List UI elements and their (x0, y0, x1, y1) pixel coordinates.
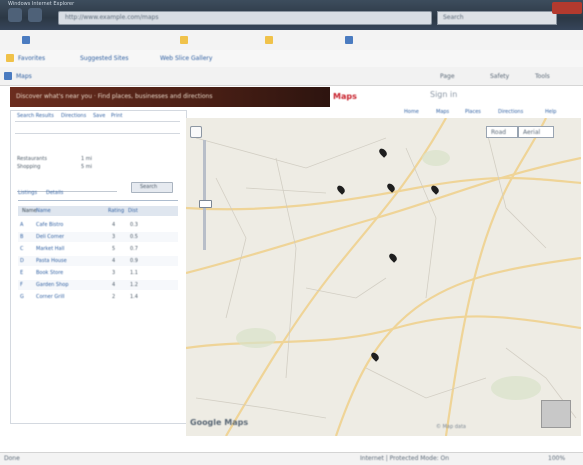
banner-text: Discover what's near you · Find places, … (16, 93, 213, 100)
zone-text: Internet | Protected Mode: On (360, 455, 450, 462)
pan-up-button[interactable] (190, 126, 202, 138)
toolbar-safety[interactable]: Safety (490, 73, 509, 80)
map-canvas[interactable]: Road Aerial Google Maps © Map data (186, 118, 581, 436)
search-placeholder: Search (443, 14, 464, 21)
row-rating: 3 (112, 234, 116, 240)
command-bar (0, 30, 583, 51)
tab-title[interactable]: Maps (16, 73, 32, 80)
row-rating: 3 (112, 270, 116, 276)
row-rating: 2 (112, 294, 116, 300)
row-index: F (20, 282, 23, 288)
row-index: E (20, 270, 24, 276)
row-dist: 1.4 (130, 294, 138, 300)
overview-map[interactable] (541, 400, 571, 428)
row-dist: 1.1 (130, 270, 138, 276)
left-panel: Search Results Directions Save Print Res… (10, 110, 187, 424)
favorites-bar: Favorites Suggested Sites Web Slice Gall… (0, 50, 583, 68)
tab-print[interactable]: Print (111, 113, 123, 119)
fav-item-1[interactable]: Suggested Sites (80, 55, 128, 62)
row-name[interactable]: Garden Shop (36, 282, 69, 288)
map-type-road[interactable]: Road (486, 126, 518, 138)
map-type-aerial-label: Aerial (523, 129, 541, 136)
tab-bar: Maps Page Safety Tools (0, 67, 583, 86)
mail-icon[interactable] (265, 36, 273, 44)
row-dist: 0.3 (130, 222, 138, 228)
rss-icon[interactable] (180, 36, 188, 44)
sign-in-link[interactable]: Sign in (430, 90, 457, 99)
toolbar-page[interactable]: Page (440, 73, 455, 80)
row-dist: 0.5 (130, 234, 138, 240)
row-rating: 4 (112, 222, 116, 228)
tab-details[interactable]: Details (46, 190, 63, 196)
status-text: Done (4, 455, 20, 462)
map-type-aerial[interactable]: Aerial (518, 126, 554, 138)
tab-directions[interactable]: Directions (61, 113, 86, 119)
zoom-slider-track[interactable] (203, 140, 206, 250)
fav-item-0[interactable]: Favorites (18, 55, 45, 62)
window-title: Windows Internet Explorer (8, 1, 75, 7)
nav-maps[interactable]: Maps (436, 109, 449, 115)
back-button[interactable] (8, 8, 22, 22)
forward-button[interactable] (28, 8, 42, 22)
site-banner: Discover what's near you · Find places, … (10, 87, 330, 107)
row-dist: 0.7 (130, 246, 138, 252)
row-index: B (20, 234, 24, 240)
row-name[interactable]: Cafe Bistro (36, 222, 63, 228)
map-type-road-label: Road (491, 129, 507, 136)
nav-places[interactable]: Places (465, 109, 481, 115)
status-bar: Done Internet | Protected Mode: On 100% (0, 452, 583, 465)
map-copyright: © Map data (436, 424, 466, 430)
row-index: G (20, 294, 24, 300)
search-box[interactable]: Search (437, 11, 557, 25)
row-index: D (20, 258, 24, 264)
nav-directions[interactable]: Directions (498, 109, 523, 115)
row-dist: 1.2 (130, 282, 138, 288)
tab-favicon (4, 72, 12, 80)
col-header-name-2[interactable]: Name (36, 208, 51, 214)
zoom-level[interactable]: 100% (548, 455, 565, 462)
home-icon[interactable] (22, 36, 30, 44)
map-logo: Google Maps (190, 418, 249, 427)
row-name[interactable]: Deli Corner (36, 234, 64, 240)
row-name[interactable]: Pasta House (36, 258, 67, 264)
row-dist: 0.9 (130, 258, 138, 264)
zoom-slider-knob[interactable] (199, 200, 212, 208)
row-rating: 4 (112, 282, 116, 288)
row-name[interactable]: Book Store (36, 270, 63, 276)
tab-search-results[interactable]: Search Results (17, 113, 54, 119)
results-tabs: Listings Details (18, 188, 178, 201)
row-rating: 5 (112, 246, 116, 252)
star-icon[interactable] (6, 54, 14, 62)
print-icon[interactable] (345, 36, 353, 44)
nav-home[interactable]: Home (404, 109, 419, 115)
filter-label-0: Restaurants (17, 156, 47, 162)
row-name[interactable]: Market Hall (36, 246, 64, 252)
col-header-rating[interactable]: Rating (108, 208, 124, 214)
row-index: A (20, 222, 24, 228)
tab-listings[interactable]: Listings (18, 190, 37, 196)
fav-item-2[interactable]: Web Slice Gallery (160, 55, 212, 62)
tab-save[interactable]: Save (93, 113, 105, 119)
filter-label-1: Shopping (17, 164, 41, 170)
col-header-name: Name (22, 208, 37, 214)
nav-help[interactable]: Help (545, 109, 556, 115)
window-title-bar: Windows Internet Explorer http://www.exa… (0, 0, 583, 30)
col-header-dist[interactable]: Dist (128, 208, 138, 214)
map-roads (186, 118, 581, 436)
address-bar[interactable]: http://www.example.com/maps (58, 11, 432, 25)
address-text: http://www.example.com/maps (65, 14, 159, 21)
close-button[interactable] (552, 2, 582, 14)
filter-value-0[interactable]: 1 mi (81, 156, 92, 162)
toolbar-tools[interactable]: Tools (535, 73, 550, 80)
row-index: C (20, 246, 24, 252)
site-logo[interactable]: Maps (333, 92, 357, 101)
row-rating: 4 (112, 258, 116, 264)
filter-value-1[interactable]: 5 mi (81, 164, 92, 170)
row-name[interactable]: Corner Grill (36, 294, 65, 300)
